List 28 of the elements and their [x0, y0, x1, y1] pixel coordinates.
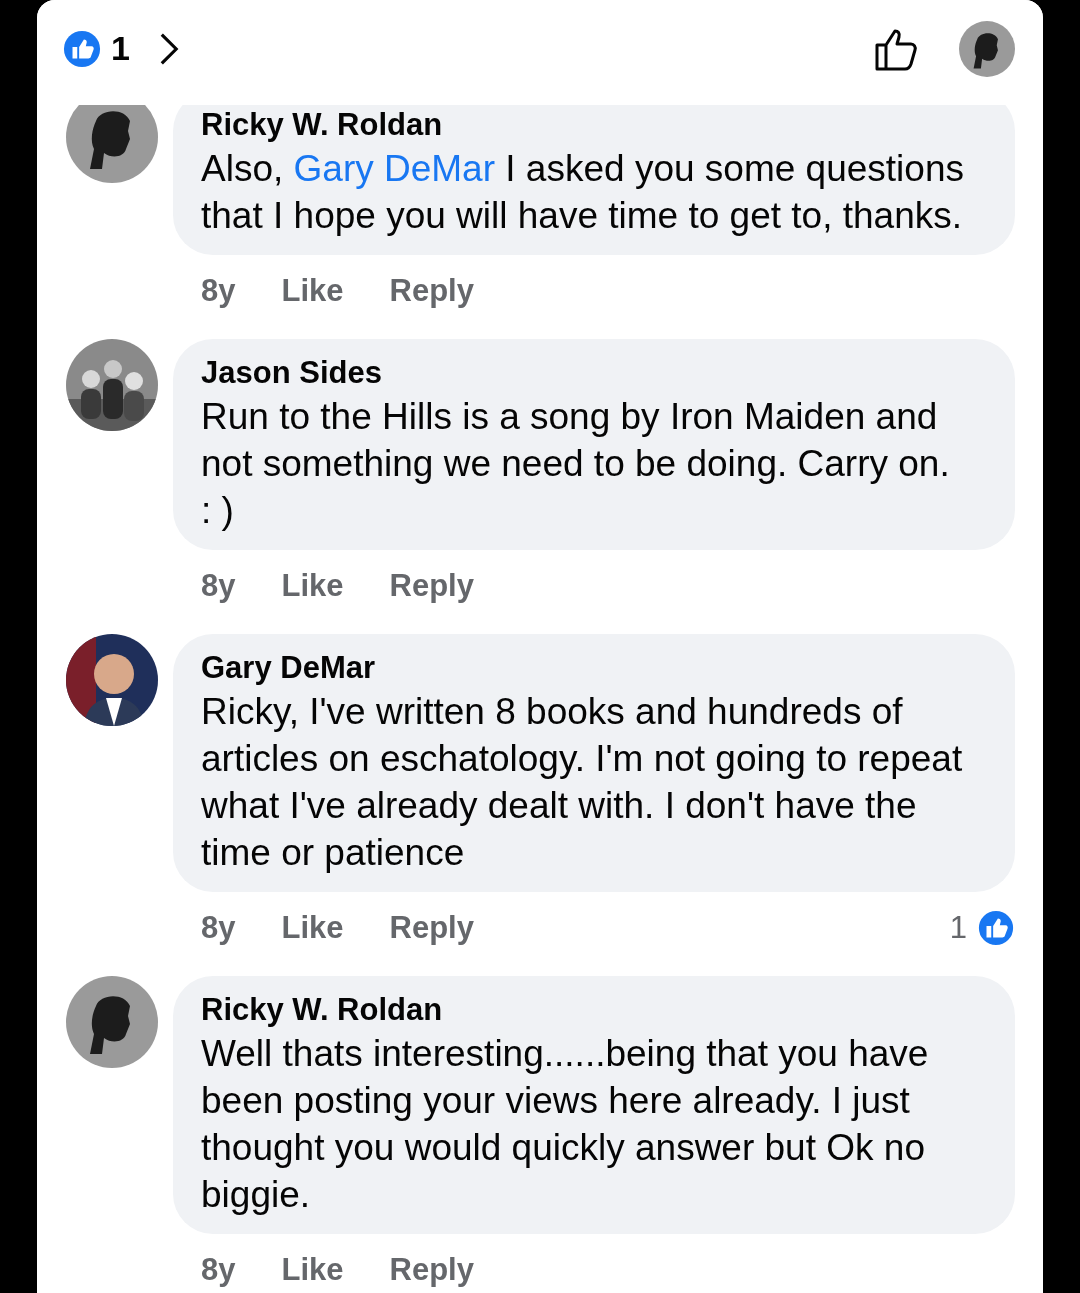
comment-action-link[interactable]: Reply: [389, 910, 474, 946]
mention-link[interactable]: Gary DeMar: [293, 148, 496, 189]
avatar-icon[interactable]: [66, 976, 158, 1068]
comment-time: 8y: [201, 568, 236, 604]
comment-text: Ricky, I've written 8 books and hundreds of articles on eschatology. I'm not going to repeat what I've already dealt with. I don't have the time or patience: [201, 690, 964, 875]
like-reaction-icon: [977, 909, 1015, 947]
reaction-count[interactable]: 1: [949, 910, 967, 946]
author-name[interactable]: Ricky W. Roldan: [201, 105, 969, 145]
like-reaction-icon: [63, 29, 101, 68]
author-name[interactable]: Jason Sides: [201, 353, 969, 393]
comment-text: Run to the Hills is a song by Iron Maiden and not something we need to be doing. Carry on. : ): [201, 395, 951, 533]
comment-action-link[interactable]: Reply: [389, 1252, 474, 1288]
comment-text: Also, Gary DeMar I asked you some questions that I hope you will have time to get to, thanks.: [201, 147, 965, 238]
comment-action-link[interactable]: Like: [281, 568, 344, 604]
comment-action-link[interactable]: Like: [281, 273, 344, 309]
avatar-icon[interactable]: [66, 105, 158, 183]
comment-time: 8y: [201, 273, 236, 309]
avatar-icon[interactable]: [959, 20, 1015, 77]
comment-action-link[interactable]: Reply: [389, 273, 474, 309]
comment-text: Well thats interesting......being that you have been posting your views here already. I just thought you would quickly answer but Ok no biggie.: [201, 1032, 930, 1217]
comment-action-link[interactable]: Like: [281, 910, 344, 946]
comment-time: 8y: [201, 1252, 236, 1288]
comment-action-link[interactable]: Reply: [389, 568, 474, 604]
author-name[interactable]: Ricky W. Roldan: [201, 990, 969, 1030]
comment-time: 8y: [201, 910, 236, 946]
reaction-count[interactable]: 1: [111, 29, 130, 68]
author-name[interactable]: Gary DeMar: [201, 648, 969, 688]
comment-action-link[interactable]: Like: [281, 1252, 344, 1288]
